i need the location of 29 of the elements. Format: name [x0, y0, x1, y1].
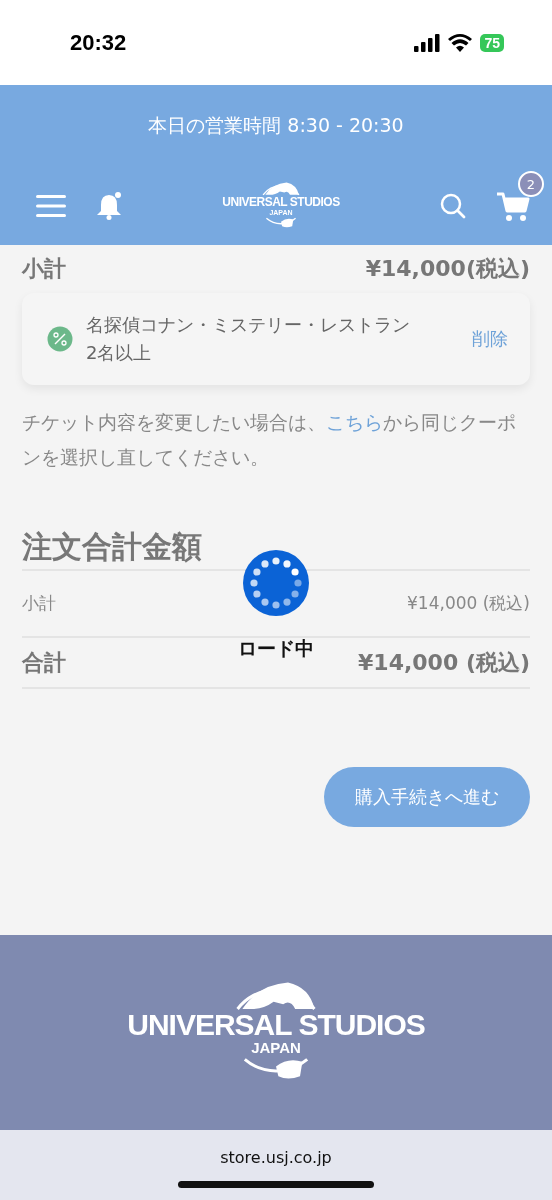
search-icon[interactable] — [440, 193, 466, 219]
signal-icon — [414, 33, 441, 52]
subtotal-value: ¥14,000(税込) — [365, 255, 530, 283]
row-label: 合計 — [22, 648, 66, 677]
change-note: チケット内容を変更したい場合は、こちらから同じクーポンを選択し直してください。 — [22, 410, 517, 470]
battery-indicator: 75 — [480, 33, 504, 52]
wifi-icon — [448, 33, 473, 52]
cart-count-badge: 2 — [518, 171, 544, 197]
row-label: 小計 — [22, 592, 56, 615]
loading-spinner-icon — [243, 550, 309, 616]
coupon-condition: 2名以上 — [86, 341, 153, 365]
remove-button[interactable]: 削除 — [472, 327, 508, 351]
row-value: ¥14,000 (税込) — [407, 592, 530, 615]
loading-label: ロード中 — [238, 636, 314, 661]
order-total-title: 注文合計金額 — [22, 528, 203, 566]
url-bar[interactable]: store.usj.co.jp — [220, 1148, 332, 1167]
opening-hours: 本日の営業時間 8:30 - 20:30 — [148, 113, 404, 138]
bell-icon[interactable] — [96, 192, 122, 220]
coupon-name: 名探偵コナン・ミステリー・レストラン — [86, 313, 411, 337]
discount-icon — [46, 325, 74, 353]
subtotal-label: 小計 — [22, 255, 66, 283]
logo-title: UNIVERSAL STUDIOS — [127, 1008, 425, 1041]
logo-title: UNIVERSAL STUDIOS — [222, 196, 340, 209]
logo-subtitle: JAPAN — [251, 1040, 301, 1057]
here-link[interactable]: こちら — [326, 411, 383, 433]
checkout-button[interactable]: 購入手続きへ進む — [324, 767, 530, 827]
menu-icon[interactable] — [36, 194, 66, 218]
status-time: 20:32 — [70, 29, 128, 56]
row-value: ¥14,000 (税込) — [358, 648, 530, 677]
